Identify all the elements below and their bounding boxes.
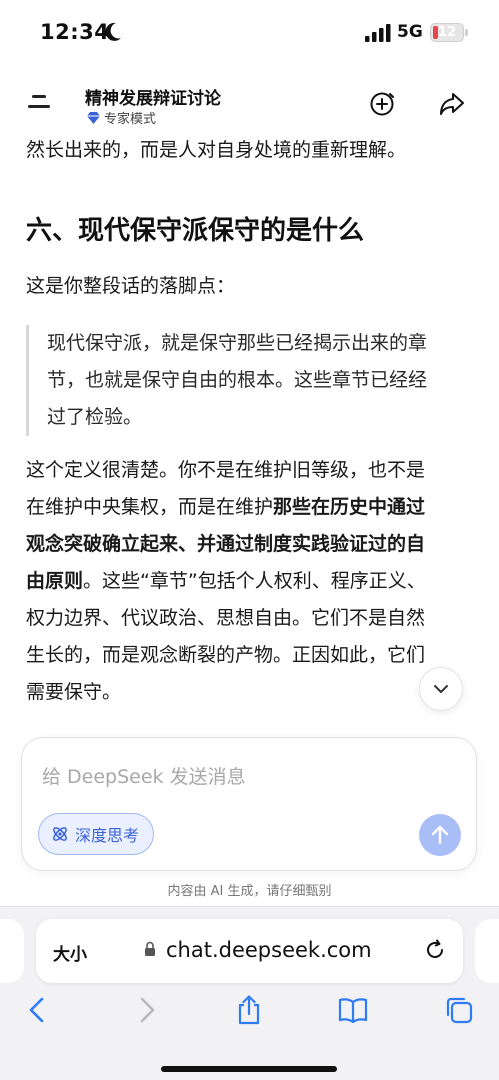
chat-title[interactable]: 精神发展辩证讨论 bbox=[85, 84, 221, 109]
body-line: 生长的，而是观念断裂的产物。正因如此，它们 bbox=[26, 644, 426, 666]
send-button[interactable] bbox=[419, 814, 461, 856]
arrow-up-icon bbox=[431, 825, 449, 845]
lock-icon bbox=[145, 941, 155, 956]
url-text[interactable]: chat.deepseek.com bbox=[166, 938, 372, 962]
battery-level: 12 bbox=[437, 25, 457, 40]
quote-line: 节，也就是保守自由的根本。这些章节已经经 bbox=[47, 369, 428, 391]
diamond-icon bbox=[87, 111, 100, 124]
plus-circle-icon[interactable] bbox=[369, 91, 395, 117]
deepthink-label: 深度思考 bbox=[75, 826, 140, 845]
share-sheet-icon[interactable] bbox=[234, 995, 264, 1025]
body-paragraph: 这个定义很清楚。你不是在维护旧等级，也不是 在维护中央集权，而是在维护那些在历史… bbox=[26, 452, 476, 711]
quote-line: 现代保守派，就是保守那些已经揭示出来的章 bbox=[47, 332, 428, 354]
status-time: 12:34 bbox=[40, 20, 110, 44]
quote-line: 过了检验。 bbox=[47, 406, 143, 428]
intro-text: 这是你整段话的落脚点： bbox=[26, 275, 236, 297]
body-line: 权力边界、代议政治、思想自由。它们不是自然 bbox=[26, 607, 426, 629]
next-tab-preview[interactable] bbox=[475, 919, 499, 983]
ai-disclaimer: 内容由 AI 生成，请仔细甄别 bbox=[167, 884, 332, 899]
browser-toolbar: 大小 chat.deepseek.com bbox=[0, 906, 499, 1080]
menu-icon[interactable] bbox=[28, 92, 54, 112]
body-line: 这个定义很清楚。你不是在维护旧等级，也不是 bbox=[26, 459, 426, 481]
bookmarks-icon[interactable] bbox=[338, 995, 368, 1025]
message-composer: 给 DeepSeek 发送消息 深度思考 bbox=[21, 737, 477, 871]
home-indicator bbox=[161, 1066, 337, 1072]
message-content: 然长出来的，而是人对自身处境的重新理解。 bbox=[26, 132, 473, 169]
body-line: 由原则。这些“章节”包括个人权利、程序正义、 bbox=[26, 570, 426, 592]
forward-arrow-icon[interactable] bbox=[131, 995, 161, 1025]
back-arrow-icon[interactable] bbox=[23, 995, 53, 1025]
text-size-button[interactable]: 大小 bbox=[53, 940, 87, 965]
chevron-down-icon bbox=[434, 685, 448, 693]
battery-tip bbox=[465, 29, 468, 36]
reload-icon[interactable] bbox=[424, 939, 446, 961]
scroll-down-button[interactable] bbox=[419, 667, 463, 711]
deepthink-toggle[interactable]: 深度思考 bbox=[38, 813, 155, 855]
paragraph-tail: 然长出来的，而是人对自身处境的重新理解。 bbox=[26, 139, 407, 161]
chat-header: 精神发展辩证讨论 专家模式 bbox=[0, 70, 499, 132]
battery-icon: 12 bbox=[430, 23, 464, 42]
section-heading: 六、现代保守派保守的是什么 bbox=[26, 216, 365, 246]
message-input[interactable]: 给 DeepSeek 发送消息 bbox=[42, 762, 246, 789]
tabs-icon[interactable] bbox=[444, 995, 474, 1025]
address-bar[interactable]: 大小 chat.deepseek.com bbox=[36, 919, 463, 983]
network-type: 5G bbox=[397, 22, 423, 42]
signal-icon bbox=[365, 24, 391, 42]
body-line: 在维护中央集权，而是在维护那些在历史中通过 bbox=[26, 496, 426, 518]
share-icon[interactable] bbox=[439, 92, 465, 116]
body-line: 观念突破确立起来、并通过制度实践验证过的自 bbox=[26, 533, 426, 555]
mode-indicator: 专家模式 bbox=[87, 108, 156, 127]
mode-label: 专家模式 bbox=[104, 112, 157, 127]
atom-icon bbox=[53, 827, 67, 841]
previous-tab-preview[interactable] bbox=[0, 919, 24, 983]
status-bar: 12:34 5G 12 bbox=[0, 0, 499, 66]
moon-icon bbox=[105, 22, 121, 41]
blockquote: 现代保守派，就是保守那些已经揭示出来的章 节，也就是保守自由的根本。这些章节已经… bbox=[26, 325, 473, 436]
body-line: 需要保守。 bbox=[26, 681, 122, 703]
